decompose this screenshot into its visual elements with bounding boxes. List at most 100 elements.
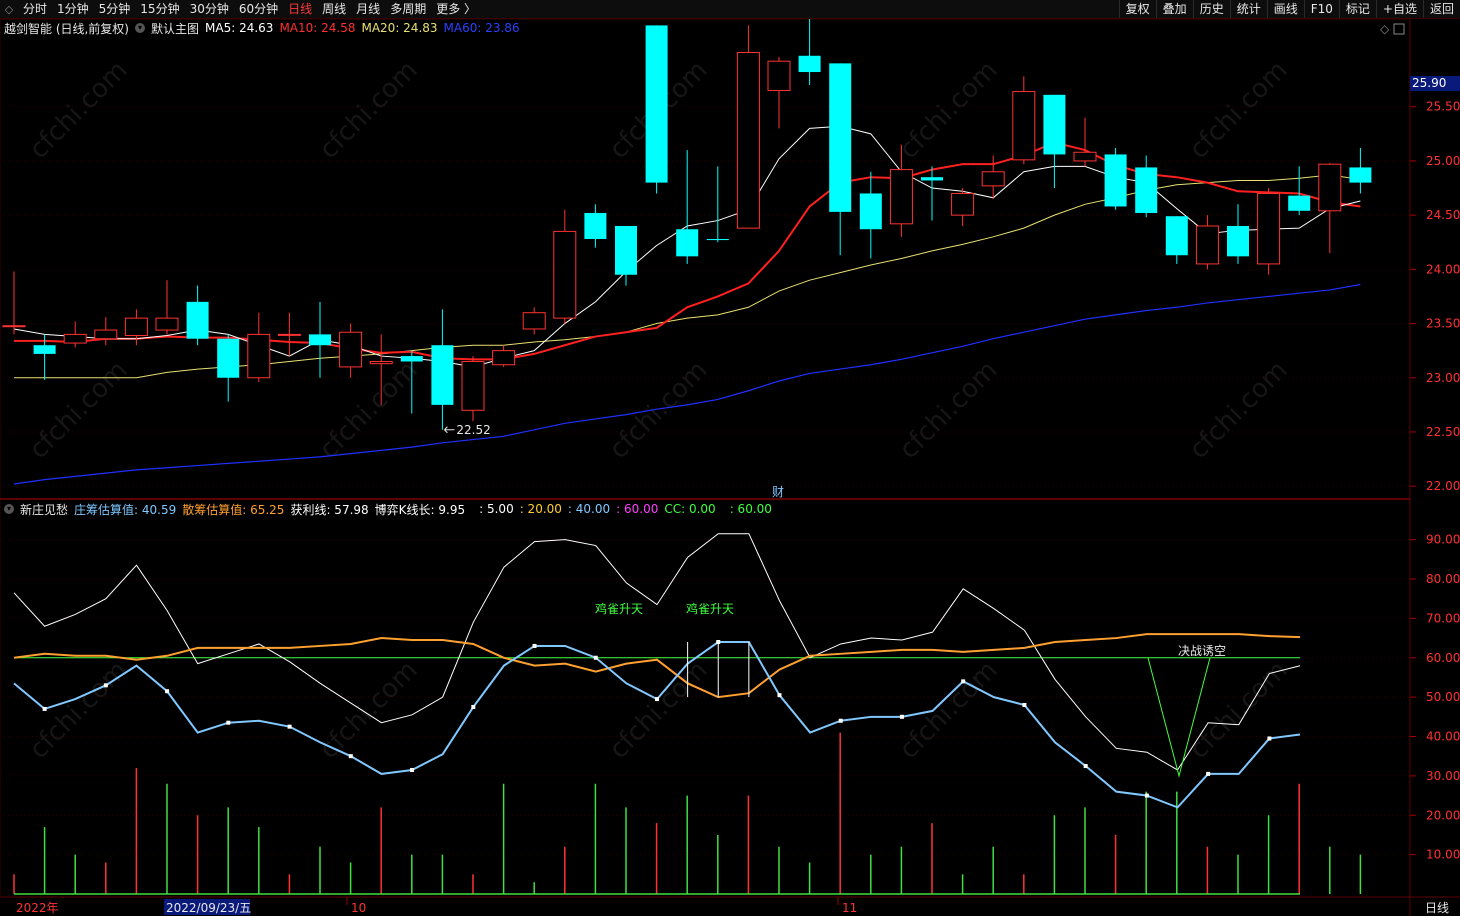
function-button-7[interactable]: +自选 (1375, 0, 1423, 18)
level5-value: : 5.00 (479, 502, 514, 516)
candle-body (1165, 216, 1188, 256)
candle-body (706, 238, 729, 241)
candle-body (155, 317, 179, 331)
candle-body (247, 333, 271, 379)
main-ytick-label: 23.00 (1426, 371, 1460, 385)
candle (94, 317, 118, 346)
function-button-6[interactable]: 标记 (1338, 0, 1376, 18)
function-button-2[interactable]: 历史 (1192, 0, 1230, 18)
period-tab-0[interactable]: 分时 (18, 0, 52, 18)
period-tab-1[interactable]: 1分钟 (52, 0, 94, 18)
candle (339, 323, 363, 378)
signal-label-2: 鸡雀升天 (686, 601, 734, 616)
kline-chart-canvas[interactable]: cfchi.com cfchi.com cfchi.com cfchi.com cfch… (0, 0, 1460, 916)
ma10-value: MA10: 24.58 (279, 21, 356, 35)
level20-value: : 20.00 (519, 502, 562, 516)
period-tab-6[interactable]: 日线 (283, 0, 317, 18)
ma60-value: MA60: 23.86 (443, 21, 520, 35)
candle (309, 301, 331, 378)
sub-ytick-label: 10.00 (1426, 848, 1460, 862)
candle-body (584, 212, 607, 239)
indicator-title[interactable]: 新庄见愁 (20, 501, 68, 518)
zhuang-point (961, 679, 966, 684)
zhuang-point (165, 689, 170, 694)
main-ytick-label: 24.00 (1426, 262, 1460, 276)
candle-body (217, 338, 240, 378)
watermark-text: cfchi.com (1184, 355, 1294, 465)
candle-body (951, 192, 975, 216)
period-tab-4[interactable]: 30分钟 (185, 0, 234, 18)
function-button-0[interactable]: 复权 (1118, 0, 1156, 18)
indicator-dropdown-icon[interactable]: ▾ (4, 504, 14, 514)
watermark-text: cfchi.com (314, 655, 424, 765)
period-tab-5[interactable]: 60分钟 (234, 0, 283, 18)
candle-body (522, 312, 546, 330)
cc-value: CC: 0.00 (664, 502, 716, 516)
watermark-text: cfchi.com (24, 655, 134, 765)
huoli-value: 获利线: 57.98 (290, 502, 369, 517)
sub-ytick-label: 80.00 (1426, 572, 1460, 586)
boyi-value: 博弈K线长: 9.95 (374, 502, 466, 517)
huoli-line (13, 533, 1301, 771)
zhuang-value: 庄筹估算值: 40.59 (74, 502, 177, 517)
period-tab-9[interactable]: 多周期 (385, 0, 431, 18)
period-toolbar: ◇ 分时 1分钟 5分钟 15分钟 30分钟 60分钟 日线 周线 月线 多周期 更多 〉 复权 叠加… (0, 0, 1460, 19)
template-name[interactable]: 默认主图 (151, 20, 199, 37)
candle-body (1318, 163, 1342, 212)
template-dropdown-icon[interactable]: ▾ (135, 23, 145, 33)
watermark-text: cfchi.com (894, 55, 1004, 165)
candle-body (1073, 151, 1097, 162)
period-tab-8[interactable]: 月线 (351, 0, 385, 18)
candle (124, 309, 148, 346)
candle-body (1195, 225, 1219, 265)
candle (645, 25, 668, 194)
period-tab-10[interactable]: 更多 〉 (431, 0, 481, 18)
candle (736, 25, 760, 229)
watermark-text: cfchi.com (24, 55, 134, 165)
function-button-8[interactable]: 返回 (1422, 0, 1460, 18)
sub-ytick-label: 70.00 (1426, 611, 1460, 625)
main-ytick-label: 22.00 (1426, 479, 1460, 493)
function-button-4[interactable]: 画线 (1266, 0, 1304, 18)
candle-body (186, 301, 209, 339)
candle (829, 63, 852, 256)
candle-body (400, 356, 423, 362)
stock-title[interactable]: 越剑智能 (日线,前复权) (4, 20, 129, 37)
sub-ytick-label: 30.00 (1426, 769, 1460, 783)
candle-body (461, 360, 485, 411)
function-button-5[interactable]: F10 (1303, 0, 1339, 18)
collapse-toggle-icon[interactable]: ◇ (0, 3, 18, 16)
candle (277, 312, 301, 357)
period-tab-2[interactable]: 5分钟 (94, 0, 136, 18)
zhuang-point (1083, 764, 1088, 769)
period-tab-7[interactable]: 周线 (317, 0, 351, 18)
candle-body (981, 171, 1005, 187)
candle-body (859, 193, 882, 230)
candle (584, 204, 607, 248)
period-indicator: 日线 (1424, 901, 1449, 915)
candle-body (829, 63, 852, 212)
candle (798, 9, 821, 86)
ma5-value: MA5: 24.63 (205, 21, 274, 35)
ma20-value: MA20: 24.83 (361, 21, 438, 35)
candle (1012, 76, 1036, 165)
zhuang-point (1206, 771, 1211, 776)
candle (1288, 166, 1311, 216)
pane-diamond-icon: ◇ (1380, 22, 1390, 36)
main-ytick-label: 23.50 (1426, 317, 1460, 331)
candle-body (492, 350, 516, 366)
zhuang-point (899, 714, 904, 719)
period-tab-3[interactable]: 15分钟 (135, 0, 184, 18)
sub-ytick-label: 20.00 (1426, 808, 1460, 822)
candle (461, 356, 485, 422)
watermark-text: cfchi.com (894, 655, 1004, 765)
main-ytick-label: 22.50 (1426, 425, 1460, 439)
watermark-text: cfchi.com (604, 655, 714, 765)
function-button-3[interactable]: 统计 (1229, 0, 1267, 18)
candle-body (124, 317, 148, 336)
candle-body (309, 334, 331, 346)
zhuang-point (838, 718, 843, 723)
candle-body (1227, 225, 1249, 257)
xaxis-year-label: 2022年 (16, 901, 59, 915)
function-button-1[interactable]: 叠加 (1155, 0, 1193, 18)
